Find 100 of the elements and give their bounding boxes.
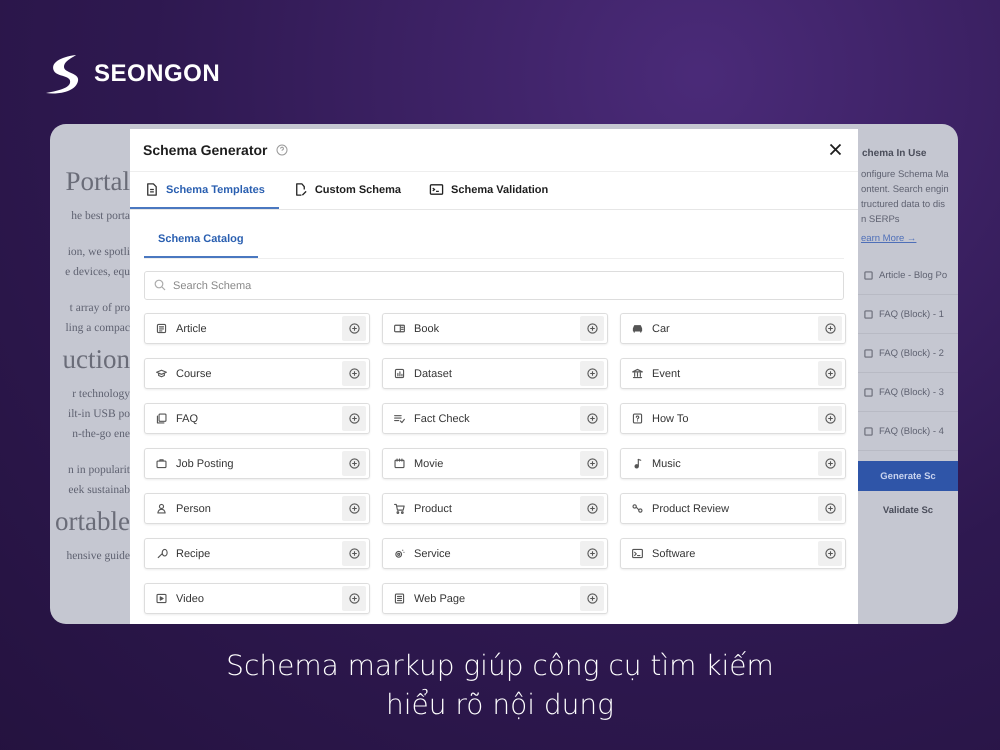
- template-card[interactable]: Job Posting: [144, 448, 370, 479]
- schema-item[interactable]: FAQ (Block) - 3: [879, 386, 944, 398]
- template-card[interactable]: Dataset: [382, 358, 608, 389]
- add-button[interactable]: [818, 541, 842, 566]
- calendar-icon: [393, 457, 406, 470]
- template-card[interactable]: Video: [144, 583, 370, 614]
- add-button[interactable]: [580, 451, 604, 476]
- tab[interactable]: Custom Schema: [278, 172, 416, 209]
- template-card[interactable]: Article: [144, 313, 370, 344]
- generate-button[interactable]: Generate Sc: [858, 461, 958, 491]
- template-label: Book: [414, 322, 440, 334]
- add-button[interactable]: [580, 541, 604, 566]
- template-card[interactable]: FAQ: [144, 403, 370, 434]
- plus-circle-icon: [348, 458, 360, 469]
- add-button[interactable]: [818, 496, 842, 521]
- template-card[interactable]: Event: [620, 358, 846, 389]
- template-label: Music: [652, 458, 682, 470]
- add-button[interactable]: [342, 316, 366, 341]
- plus-circle-icon: [348, 413, 360, 424]
- add-button[interactable]: [342, 451, 366, 476]
- plus-circle-icon: [348, 503, 360, 514]
- car-icon: [631, 322, 644, 335]
- template-label: Car: [652, 322, 671, 334]
- article-text: n-the-go ene: [72, 427, 130, 442]
- template-card[interactable]: Recipe: [144, 538, 370, 569]
- add-button[interactable]: [342, 586, 366, 611]
- template-label: Dataset: [414, 368, 453, 380]
- template-card[interactable]: How To: [620, 403, 846, 434]
- template-label: Recipe: [176, 548, 212, 560]
- template-card[interactable]: Service: [382, 538, 608, 569]
- panel-text: onfigure Schema Ma: [861, 168, 950, 182]
- article-text: e devices, equ: [65, 265, 130, 280]
- template-label: Fact Check: [414, 412, 471, 424]
- template-label: Video: [176, 592, 205, 604]
- plus-circle-icon: [824, 548, 836, 559]
- add-button[interactable]: [342, 361, 366, 386]
- schema-item[interactable]: FAQ (Block) - 1: [879, 308, 944, 320]
- help-icon[interactable]: [276, 144, 288, 156]
- template-label: Product Review: [652, 502, 730, 514]
- plus-circle-icon: [824, 458, 836, 469]
- add-button[interactable]: [342, 406, 366, 431]
- template-card[interactable]: Car: [620, 313, 846, 344]
- template-card[interactable]: Movie: [382, 448, 608, 479]
- add-button[interactable]: [818, 316, 842, 341]
- template-label: Person: [176, 502, 212, 514]
- plus-circle-icon: [586, 413, 598, 424]
- add-button[interactable]: [342, 496, 366, 521]
- plus-circle-icon: [348, 593, 360, 604]
- question-icon: [631, 412, 644, 425]
- template-card[interactable]: Product: [382, 493, 608, 524]
- list-check-icon: [393, 412, 406, 425]
- plus-circle-icon: [348, 323, 360, 334]
- add-button[interactable]: [818, 451, 842, 476]
- plus-circle-icon: [824, 368, 836, 379]
- plus-circle-icon: [824, 323, 836, 334]
- article-heading: Portal: [66, 165, 130, 198]
- subtab[interactable]: Schema Catalog: [144, 221, 258, 258]
- book-icon: [393, 322, 406, 335]
- template-card[interactable]: Software: [620, 538, 846, 569]
- panel-heading: chema In Use: [862, 148, 928, 159]
- article-text: ilt-in USB po: [68, 407, 130, 422]
- template-card[interactable]: Product Review: [620, 493, 846, 524]
- add-button[interactable]: [342, 541, 366, 566]
- template-card[interactable]: Person: [144, 493, 370, 524]
- add-button[interactable]: [580, 361, 604, 386]
- add-button[interactable]: [580, 406, 604, 431]
- schema-item[interactable]: FAQ (Block) - 4: [879, 426, 944, 436]
- template-label: Product: [414, 502, 453, 514]
- template-label: FAQ: [176, 412, 200, 424]
- bank-icon: [631, 367, 644, 380]
- template-card[interactable]: Music: [620, 448, 846, 479]
- add-button[interactable]: [818, 361, 842, 386]
- validate-button[interactable]: Validate Sc: [858, 495, 958, 525]
- terminal-icon: [429, 182, 444, 197]
- template-label: Event: [652, 368, 682, 380]
- add-button[interactable]: [580, 586, 604, 611]
- plus-circle-icon: [586, 593, 598, 604]
- tab[interactable]: Schema Validation: [415, 172, 562, 209]
- add-button[interactable]: [580, 316, 604, 341]
- template-card[interactable]: Course: [144, 358, 370, 389]
- template-label: Movie: [414, 458, 444, 470]
- article-text: r technology: [72, 387, 130, 402]
- template-card[interactable]: Web Page: [382, 583, 608, 614]
- person-icon: [155, 502, 168, 515]
- template-card[interactable]: Fact Check: [382, 403, 608, 434]
- template-card[interactable]: Book: [382, 313, 608, 344]
- link-icon: [631, 502, 644, 515]
- search-field[interactable]: Search Schema: [144, 271, 844, 300]
- article-heading: ortable: [55, 505, 130, 538]
- template-label: How To: [652, 412, 690, 424]
- tab[interactable]: Schema Templates: [130, 172, 279, 209]
- add-button[interactable]: [818, 406, 842, 431]
- plus-circle-icon: [586, 368, 598, 379]
- cart-icon: [393, 502, 406, 515]
- schema-item[interactable]: FAQ (Block) - 2: [879, 348, 944, 358]
- article-text: ion, we spotli: [68, 245, 130, 260]
- schema-item[interactable]: Article - Blog Po: [879, 270, 948, 280]
- panel-text: n SERPs: [861, 213, 901, 227]
- add-button[interactable]: [580, 496, 604, 521]
- panel-text: ontent. Search engin: [861, 183, 950, 197]
